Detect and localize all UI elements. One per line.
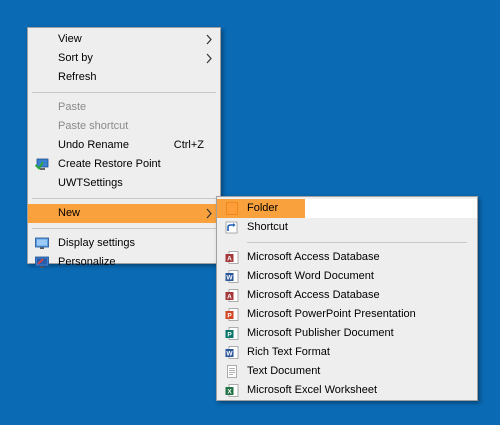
menu-item-label: Create Restore Point: [58, 158, 161, 170]
menu-item-label: Personalize: [58, 256, 116, 268]
menu-item-uwtsettings[interactable]: UWTSettings: [28, 174, 220, 193]
chevron-right-icon: [206, 34, 212, 45]
menu-item-sort-by[interactable]: Sort by: [28, 49, 220, 68]
menu-item-label: Rich Text Format: [247, 346, 330, 358]
publisher-document-icon: P: [225, 327, 239, 340]
word-document-icon: W: [225, 270, 239, 283]
svg-text:P: P: [227, 313, 232, 320]
menu-item-label: New: [58, 207, 81, 219]
new-submenu: Folder Shortcut A Microsoft Access Datab…: [216, 196, 478, 401]
menu-item-display-settings[interactable]: Display settings: [28, 234, 220, 253]
menu-item-label: Undo Rename: [58, 139, 129, 151]
menu-item-create-restore-point[interactable]: Create Restore Point: [28, 155, 220, 174]
svg-text:W: W: [226, 351, 233, 358]
submenu-item-access-database-2[interactable]: A Microsoft Access Database: [217, 286, 477, 305]
menu-item-undo-rename[interactable]: Undo Rename Ctrl+Z: [28, 136, 220, 155]
menu-item-label: Refresh: [58, 71, 97, 83]
svg-text:X: X: [227, 389, 232, 396]
menu-item-label: UWTSettings: [58, 177, 123, 189]
menu-separator: [32, 198, 216, 199]
menu-item-label: Microsoft Access Database: [247, 289, 380, 301]
menu-item-paste-shortcut[interactable]: Paste shortcut: [28, 117, 220, 136]
submenu-item-shortcut[interactable]: Shortcut: [217, 218, 477, 237]
menu-item-paste[interactable]: Paste: [28, 98, 220, 117]
menu-item-label: Paste shortcut: [58, 120, 129, 132]
menu-separator: [32, 228, 216, 229]
powerpoint-document-icon: P: [225, 308, 239, 321]
menu-separator: [247, 242, 467, 243]
restore-point-icon: [35, 158, 49, 170]
menu-item-new[interactable]: New: [28, 204, 220, 223]
personalize-icon: [35, 256, 49, 268]
submenu-item-publisher-document[interactable]: P Microsoft Publisher Document: [217, 324, 477, 343]
submenu-item-word-document[interactable]: W Microsoft Word Document: [217, 267, 477, 286]
svg-text:A: A: [227, 256, 232, 263]
submenu-item-access-database[interactable]: A Microsoft Access Database: [217, 248, 477, 267]
menu-item-label: Microsoft PowerPoint Presentation: [247, 308, 416, 320]
rich-text-document-icon: W: [225, 346, 239, 359]
menu-item-view[interactable]: View: [28, 30, 220, 49]
menu-item-label: Shortcut: [247, 221, 288, 233]
menu-item-label: Paste: [58, 101, 87, 113]
menu-item-label: Sort by: [58, 52, 93, 64]
menu-item-label: Microsoft Access Database: [247, 251, 380, 263]
menu-item-label: Folder: [247, 202, 279, 214]
menu-item-label: Text Document: [247, 365, 321, 377]
submenu-item-text-document[interactable]: Text Document: [217, 362, 477, 381]
menu-item-label: Display settings: [58, 237, 136, 249]
submenu-item-folder[interactable]: Folder: [217, 199, 477, 218]
submenu-item-powerpoint-presentation[interactable]: P Microsoft PowerPoint Presentation: [217, 305, 477, 324]
chevron-right-icon: [206, 208, 212, 219]
keyboard-shortcut: Ctrl+Z: [173, 139, 204, 151]
menu-item-personalize[interactable]: Personalize: [28, 253, 220, 272]
display-settings-icon: [35, 237, 49, 249]
access-document-icon: A: [225, 251, 239, 264]
excel-document-icon: X: [225, 384, 239, 397]
svg-text:W: W: [226, 275, 233, 282]
svg-text:A: A: [227, 294, 232, 301]
shortcut-icon: [225, 221, 238, 234]
svg-text:P: P: [227, 332, 232, 339]
menu-item-label: Microsoft Publisher Document: [247, 327, 394, 339]
menu-item-label: View: [58, 33, 82, 45]
folder-icon: [226, 202, 238, 215]
access-document-icon: A: [225, 289, 239, 302]
submenu-item-excel-worksheet[interactable]: X Microsoft Excel Worksheet: [217, 381, 477, 400]
menu-separator: [32, 92, 216, 93]
chevron-right-icon: [206, 53, 212, 64]
text-document-icon: [227, 365, 237, 378]
menu-item-label: Microsoft Word Document: [247, 270, 374, 282]
submenu-item-rich-text-format[interactable]: W Rich Text Format: [217, 343, 477, 362]
menu-item-refresh[interactable]: Refresh: [28, 68, 220, 87]
menu-item-label: Microsoft Excel Worksheet: [247, 384, 378, 396]
desktop-context-menu: View Sort by Refresh Paste Paste shortcu…: [27, 27, 221, 268]
